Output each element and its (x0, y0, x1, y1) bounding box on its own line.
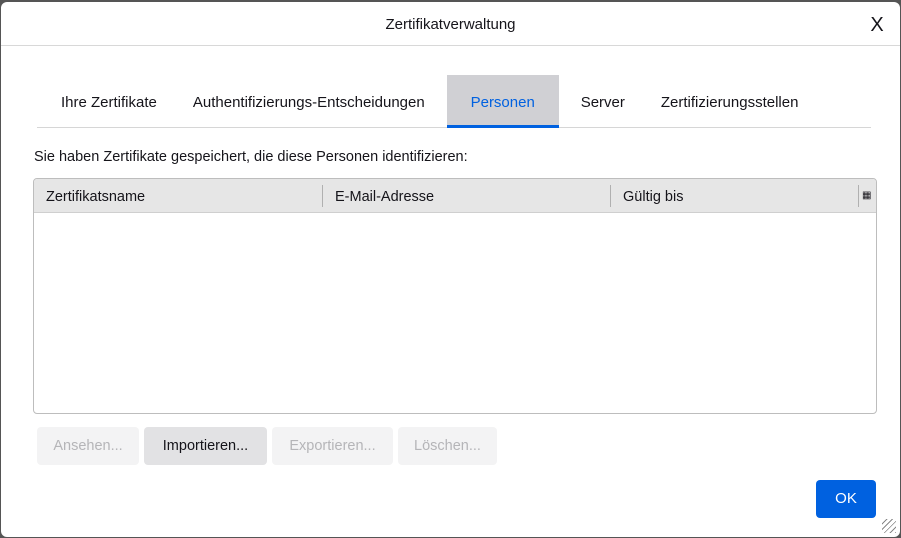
tab-your-certificates[interactable]: Ihre Zertifikate (49, 75, 169, 128)
close-icon[interactable]: X (864, 12, 890, 38)
column-header-email[interactable]: E-Mail-Adresse (323, 179, 434, 213)
certificate-manager-dialog: Zertifikatverwaltung X Ihre Zertifikate … (1, 2, 900, 537)
resize-grip-icon[interactable] (882, 519, 896, 533)
import-button[interactable]: Importieren... (144, 427, 267, 465)
column-divider (858, 185, 859, 207)
column-header-name[interactable]: Zertifikatsname (34, 179, 145, 213)
ok-button[interactable]: OK (816, 480, 876, 518)
tab-people[interactable]: Personen (446, 75, 559, 128)
tab-servers[interactable]: Server (569, 75, 637, 128)
table-header: Zertifikatsname E-Mail-Adresse Gültig bi… (34, 179, 876, 213)
tab-bar: Ihre Zertifikate Authentifizierungs-Ents… (37, 75, 871, 128)
column-header-valid-until[interactable]: Gültig bis (611, 179, 683, 213)
tab-authorities[interactable]: Zertifizierungsstellen (649, 75, 811, 128)
description-text: Sie haben Zertifikate gespeichert, die d… (34, 149, 468, 165)
tab-authentication-decisions[interactable]: Authentifizierungs-Entscheidungen (181, 75, 437, 128)
delete-button[interactable]: Löschen... (398, 427, 497, 465)
view-button[interactable]: Ansehen... (37, 427, 139, 465)
export-button[interactable]: Exportieren... (272, 427, 393, 465)
dialog-title: Zertifikatverwaltung (1, 2, 900, 46)
certificate-table[interactable]: Zertifikatsname E-Mail-Adresse Gültig bi… (33, 178, 877, 414)
column-picker-icon[interactable]: ▦ (862, 189, 874, 203)
